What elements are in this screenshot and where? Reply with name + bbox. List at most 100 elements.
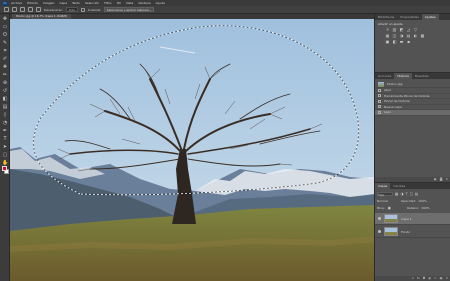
adjustment-icon[interactable]: ▩	[420, 34, 425, 38]
tab-canales[interactable]: Canales	[390, 183, 408, 189]
opacity-input[interactable]: 100%	[418, 199, 430, 203]
menu-item[interactable]: Selección	[85, 1, 99, 5]
history-step-label: Nueva capa	[384, 104, 402, 109]
layers-filter-row: Tipo ▦ ◑ T ◻ ▤	[377, 191, 449, 197]
subtract-selection-icon[interactable]	[28, 7, 33, 12]
filter-type-icon[interactable]: T	[406, 192, 408, 196]
adjustment-icon[interactable]	[427, 40, 432, 44]
fx-icon[interactable]: fx	[417, 276, 420, 281]
clone-icon[interactable]: ⊕	[2, 80, 8, 86]
adjustment-icon[interactable]	[434, 28, 439, 32]
lasso-icon[interactable]: ʘ	[2, 32, 8, 38]
select-and-mask-button[interactable]: Seleccionar y aplicar máscara...	[103, 7, 155, 12]
shape-icon[interactable]: ▢	[2, 152, 8, 158]
menu-item[interactable]: Ayuda	[156, 1, 165, 5]
history-step-icon	[378, 105, 381, 109]
dodge-icon[interactable]: ◔	[2, 120, 8, 126]
history-step-label: Abrir	[384, 88, 392, 93]
layer-name: Capa 1	[401, 216, 412, 221]
menu-item[interactable]: Ventana	[138, 1, 150, 5]
layer-kind-filter[interactable]: Tipo	[377, 191, 393, 197]
brush-icon[interactable]: ✏	[2, 72, 8, 78]
layer-row[interactable]: Fondo	[375, 226, 450, 238]
adjustment-icon[interactable]: ◧	[392, 40, 397, 44]
adjustment-icon[interactable]	[434, 40, 439, 44]
adjustment-icon[interactable]: ▽	[413, 28, 418, 32]
adjustment-icon[interactable]: ◫	[392, 34, 397, 38]
canvas[interactable]	[10, 19, 374, 281]
history-snapshot[interactable]: Pinzon.jpg	[375, 81, 450, 88]
group-icon[interactable]: ▭	[434, 276, 437, 281]
foreground-color-swatch[interactable]	[2, 166, 7, 171]
blur-icon[interactable]: ◊	[2, 112, 8, 118]
menu-item[interactable]: Edición	[27, 1, 38, 5]
history-step[interactable]: Lazo	[375, 110, 450, 116]
filter-smart-icon[interactable]: ▤	[415, 192, 418, 196]
menu-item[interactable]: Capa	[59, 1, 67, 5]
adjustment-icon[interactable]: ☼	[385, 28, 390, 32]
link-layers-icon[interactable]: ∞	[411, 276, 414, 281]
layer-row[interactable]: Capa 1	[375, 213, 450, 225]
adjustment-icon[interactable]: ▥	[392, 28, 397, 32]
adjustment-icon[interactable]: ◐	[413, 34, 418, 38]
tab-historia[interactable]: Historia	[394, 73, 412, 79]
adjustment-icon[interactable]	[420, 28, 425, 32]
eyedropper-icon[interactable]: ✐	[2, 56, 8, 62]
adjustment-icon[interactable]: ◿	[406, 28, 411, 32]
marquee-icon[interactable]: ▭	[2, 24, 8, 30]
path-select-icon[interactable]: ➤	[2, 144, 8, 150]
adjustment-icon[interactable]	[420, 40, 425, 44]
adjustment-icon[interactable]	[427, 34, 432, 38]
tab-capas[interactable]: Capas	[375, 183, 391, 189]
filter-pixel-icon[interactable]: ▦	[395, 192, 398, 196]
history-brush-icon[interactable]: ↺	[2, 88, 8, 94]
menu-item[interactable]: Vista	[126, 1, 133, 5]
pen-icon[interactable]: ✒	[2, 128, 8, 134]
tab-ajustes[interactable]: Ajustes	[421, 14, 439, 20]
menu-item[interactable]: Filtro	[104, 1, 111, 5]
visibility-eye-icon[interactable]	[378, 217, 381, 220]
antialias-checkbox[interactable]	[80, 7, 85, 12]
adjustment-icon[interactable]: ▪	[406, 40, 411, 44]
filter-adjustment-icon[interactable]: ◑	[400, 192, 403, 196]
tab-bibliotecas[interactable]: Bibliotecas	[375, 14, 397, 20]
new-selection-icon[interactable]	[12, 7, 17, 12]
visibility-eye-icon[interactable]	[378, 230, 381, 233]
menu-item[interactable]: Imagen	[43, 1, 54, 5]
adjustment-icon[interactable]: ▤	[406, 34, 411, 38]
new-layer-icon[interactable]: ▣	[440, 276, 443, 281]
healing-icon[interactable]: ✚	[2, 64, 8, 70]
lasso-tool-icon[interactable]	[4, 7, 9, 12]
crop-icon[interactable]: ⌗	[2, 48, 8, 54]
type-icon[interactable]: T	[2, 136, 8, 142]
move-icon[interactable]: ✥	[2, 16, 8, 22]
tab-propiedades[interactable]: Propiedades	[397, 14, 421, 20]
adjustment-layer-icon[interactable]: ◑	[428, 276, 431, 281]
gradient-icon[interactable]: ▤	[2, 104, 8, 110]
delete-layer-icon[interactable]: ✕	[445, 276, 448, 281]
menu-item[interactable]: 3D	[117, 1, 121, 5]
adjustment-icon[interactable]	[434, 34, 439, 38]
opacity-label: Opacidad:	[401, 198, 417, 203]
tab-muestras[interactable]: Muestras	[412, 73, 432, 79]
fill-input[interactable]: 100%	[421, 206, 433, 210]
adjustment-icon[interactable]: ▬	[399, 40, 404, 44]
adjustment-icon[interactable]: ▦	[385, 34, 390, 38]
menu-item[interactable]: Archivo	[11, 1, 22, 5]
blend-mode-select[interactable]: Normal	[377, 199, 399, 203]
quick-select-icon[interactable]: ✎	[2, 40, 8, 46]
adjustment-icon[interactable]: ◩	[399, 28, 404, 32]
filter-shape-icon[interactable]: ◻	[410, 192, 413, 196]
adjustment-icon[interactable]	[413, 40, 418, 44]
eraser-icon[interactable]: ◧	[2, 96, 8, 102]
tab-acciones[interactable]: Acciones	[375, 73, 394, 79]
adjustment-icon[interactable]: ▣	[385, 40, 390, 44]
intersect-selection-icon[interactable]	[36, 7, 41, 12]
mask-icon[interactable]: ◘	[423, 276, 425, 281]
adjustment-icon[interactable]	[427, 28, 432, 32]
lock-icon[interactable]: ▣	[388, 206, 391, 210]
add-selection-icon[interactable]	[20, 7, 25, 12]
feather-input[interactable]: 0 px	[65, 7, 78, 12]
menu-item[interactable]: Texto	[72, 1, 80, 5]
adjustment-icon[interactable]: ◑	[399, 34, 404, 38]
